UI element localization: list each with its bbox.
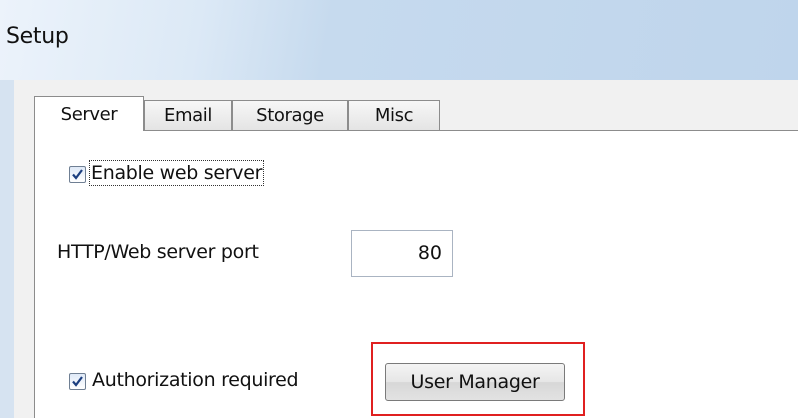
- http-port-label: HTTP/Web server port: [57, 241, 259, 263]
- authorization-required-label[interactable]: Authorization required: [92, 369, 299, 391]
- tab-storage-label: Storage: [256, 105, 324, 126]
- window-title: Setup: [6, 24, 69, 49]
- server-tab-panel: Enable web server HTTP/Web server port 8…: [34, 130, 798, 418]
- tab-server-label: Server: [60, 103, 118, 125]
- authorization-required-checkbox[interactable]: [69, 373, 86, 390]
- tab-email-label: Email: [164, 105, 212, 126]
- enable-web-server-label[interactable]: Enable web server: [88, 160, 265, 186]
- enable-web-server-checkbox[interactable]: [69, 166, 86, 183]
- tab-storage[interactable]: Storage: [232, 100, 348, 130]
- dialog-body: Server Email Storage Misc Enable web ser…: [0, 80, 798, 418]
- window-frame-edge: [0, 80, 14, 418]
- checkmark-icon: [72, 169, 83, 180]
- tab-email[interactable]: Email: [144, 100, 232, 130]
- tab-misc[interactable]: Misc: [348, 100, 440, 130]
- user-manager-button[interactable]: User Manager: [385, 363, 565, 401]
- http-port-input[interactable]: 80: [351, 230, 453, 277]
- checkmark-icon: [72, 376, 83, 387]
- tab-misc-label: Misc: [374, 105, 414, 126]
- window-titlebar: Setup: [0, 0, 798, 80]
- user-manager-button-label: User Manager: [410, 371, 540, 393]
- tab-server[interactable]: Server: [34, 96, 144, 131]
